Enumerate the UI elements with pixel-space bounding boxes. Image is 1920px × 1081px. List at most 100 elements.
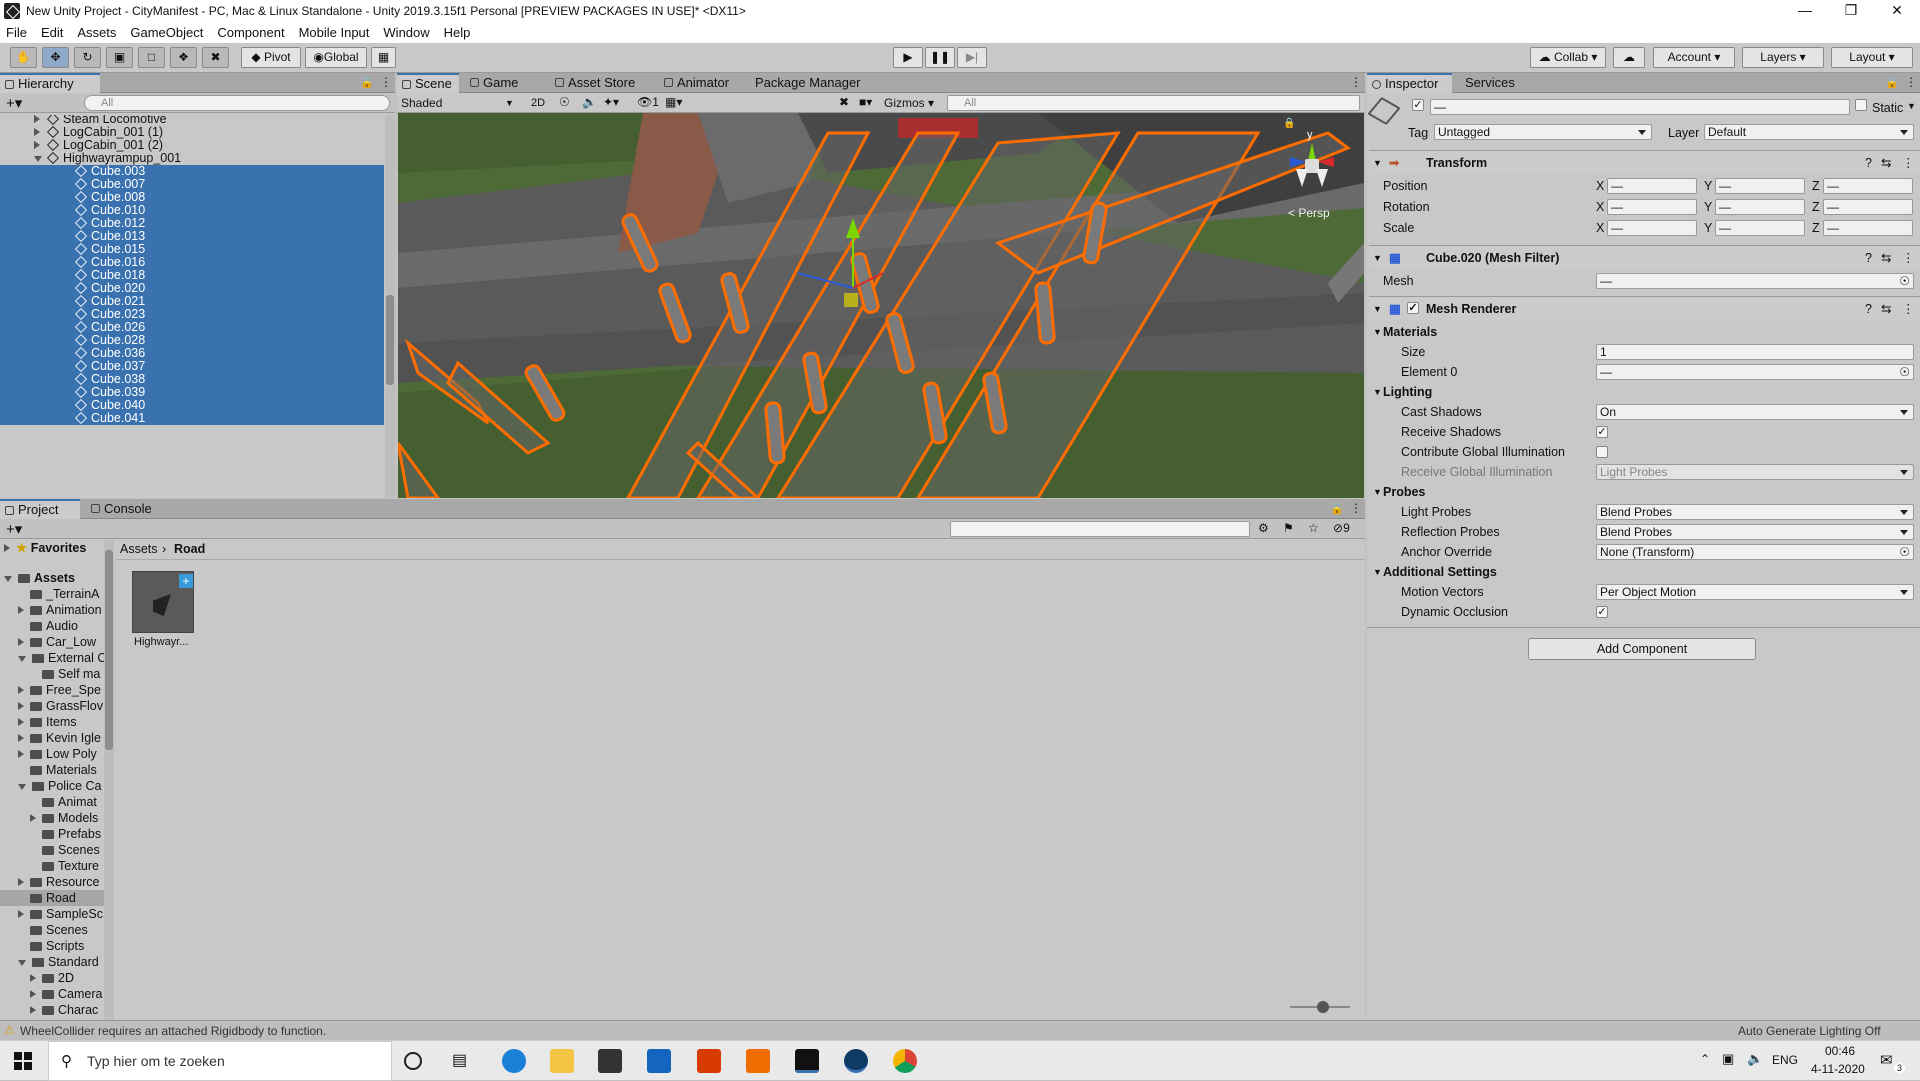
presets-icon[interactable]: ⇆ (1881, 151, 1891, 175)
project-folder-item[interactable]: Kevin Igle (0, 730, 104, 746)
project-tree-scroll-thumb[interactable] (105, 550, 113, 750)
foldout-down-icon[interactable]: ▼ (1373, 382, 1382, 402)
tab-asset-store[interactable]: Asset Store (550, 73, 643, 93)
inspector-menu-icon[interactable]: ⋮ (1905, 75, 1917, 89)
tab-game[interactable]: Game (465, 73, 526, 93)
foldout-right-icon[interactable] (34, 141, 40, 149)
menu-assets[interactable]: Assets (77, 25, 116, 40)
favorites-star-icon[interactable]: ☆ (1308, 521, 1319, 535)
project-folder-item[interactable]: Low Poly (0, 746, 104, 762)
chrome-icon[interactable] (893, 1049, 917, 1073)
tab-project[interactable]: Project (0, 499, 80, 519)
account-dropdown[interactable]: Account ▾ (1653, 47, 1735, 68)
gizmo-x-cone-icon[interactable] (1318, 157, 1334, 167)
gizmo-neg-cone2-icon[interactable] (1316, 169, 1328, 187)
project-search-input[interactable] (950, 521, 1250, 537)
transform-value-field[interactable]: — (1823, 178, 1913, 194)
transform-value-field[interactable]: — (1823, 220, 1913, 236)
mail-icon[interactable] (647, 1049, 671, 1073)
layers-dropdown[interactable]: Layers ▾ (1742, 47, 1824, 68)
project-folder-item[interactable]: Scenes (0, 842, 104, 858)
project-folder-item[interactable]: Camera (0, 986, 104, 1002)
foldout-right-icon[interactable] (18, 686, 24, 694)
scene-menu-icon[interactable]: ⋮ (1350, 75, 1362, 89)
hierarchy-item[interactable]: Cube.040 (0, 399, 384, 412)
effects-icon[interactable]: ✦▾ (603, 95, 619, 109)
hierarchy-search-input[interactable]: All (84, 95, 390, 111)
foldout-down-icon[interactable]: ▼ (1373, 562, 1382, 582)
menu-file[interactable]: File (6, 25, 27, 40)
project-folder-item[interactable]: Items (0, 714, 104, 730)
cloud-icon[interactable]: ☁ (1613, 47, 1645, 68)
hierarchy-item[interactable]: Cube.008 (0, 191, 384, 204)
scene-render[interactable] (398, 113, 1364, 498)
search-by-type-icon[interactable]: ⚙ (1258, 521, 1269, 535)
hierarchy-item[interactable]: Cube.026 (0, 321, 384, 334)
breadcrumb-assets[interactable]: Assets (120, 542, 158, 556)
receive-shadows-checkbox[interactable]: ✓ (1596, 426, 1608, 438)
shading-dropdown[interactable]: Shaded ▼ (401, 95, 516, 111)
foldout-right-icon[interactable] (4, 544, 10, 552)
foldout-right-icon[interactable] (34, 115, 40, 123)
foldout-right-icon[interactable] (18, 734, 24, 742)
close-button[interactable]: ✕ (1874, 0, 1920, 22)
gizmos-dropdown[interactable]: Gizmos ▾ (884, 95, 944, 111)
scene-lock-icon[interactable]: 🔒 (1283, 118, 1295, 130)
tag-dropdown[interactable]: Untagged (1434, 124, 1652, 140)
grid-snap-icon[interactable]: ▦ (371, 47, 396, 68)
active-checkbox[interactable]: ✓ (1412, 99, 1424, 111)
status-warning-text[interactable]: WheelCollider requires an attached Rigid… (20, 1024, 326, 1038)
clock-date[interactable]: 4-11-2020 (1811, 1062, 1865, 1076)
foldout-right-icon[interactable] (18, 606, 24, 614)
menu-gameobject[interactable]: GameObject (130, 25, 203, 40)
object-picker-icon[interactable]: ☉ (1899, 545, 1910, 559)
assets-row[interactable]: Assets (0, 570, 104, 586)
meshrenderer-enabled-checkbox[interactable]: ✓ (1407, 302, 1419, 314)
gizmo-z-cone-icon[interactable] (1290, 157, 1306, 167)
foldout-right-icon[interactable] (18, 878, 24, 886)
project-folder-item[interactable]: Animat (0, 794, 104, 810)
move-tool-icon[interactable]: ✥ (42, 47, 69, 68)
create-plus-icon[interactable]: +▾ (6, 94, 22, 112)
tab-inspector[interactable]: Inspector (1367, 73, 1452, 93)
transform-value-field[interactable]: — (1607, 178, 1697, 194)
tab-services[interactable]: Services (1457, 73, 1523, 93)
foldout-right-icon[interactable] (18, 638, 24, 646)
hierarchy-item[interactable]: Cube.039 (0, 386, 384, 399)
lighting-icon[interactable]: ☉ (559, 95, 570, 109)
object-name-field[interactable]: — (1430, 99, 1850, 115)
presets-icon[interactable]: ⇆ (1881, 297, 1891, 321)
transform-value-field[interactable]: — (1715, 220, 1805, 236)
project-folder-item[interactable]: GrassFlov (0, 698, 104, 714)
project-folder-item[interactable]: _TerrainA (0, 586, 104, 602)
hierarchy-scrollbar[interactable] (385, 115, 395, 498)
foldout-down-icon[interactable] (18, 656, 26, 662)
project-folder-item[interactable]: Texture (0, 858, 104, 874)
layer-dropdown[interactable]: Default (1704, 124, 1914, 140)
meshrenderer-header[interactable]: ▼ ▦ ✓ Mesh Renderer ? ⇆ ⋮ (1369, 296, 1920, 320)
office-icon[interactable] (697, 1049, 721, 1073)
rotate-tool-icon[interactable]: ↻ (74, 47, 101, 68)
hierarchy-item[interactable]: Cube.036 (0, 347, 384, 360)
hierarchy-item[interactable]: Cube.013 (0, 230, 384, 243)
hand-tool-icon[interactable]: ✋ (10, 47, 37, 68)
project-folder-item[interactable]: Models (0, 810, 104, 826)
hierarchy-item[interactable]: Cube.021 (0, 295, 384, 308)
transform-value-field[interactable]: — (1607, 199, 1697, 215)
mesh-field[interactable]: — ☉ (1596, 273, 1914, 289)
tab-animator[interactable]: Animator (659, 73, 737, 93)
hierarchy-item[interactable]: Cube.038 (0, 373, 384, 386)
lock-icon[interactable]: 🔒 (360, 76, 374, 89)
project-folder-item[interactable]: Free_Spe (0, 682, 104, 698)
project-folder-item[interactable]: Animation (0, 602, 104, 618)
tab-package-manager[interactable]: Package Manager (747, 73, 869, 93)
gizmo-neg-cone-icon[interactable] (1296, 169, 1308, 187)
presets-icon[interactable]: ⇆ (1881, 246, 1891, 270)
hierarchy-item[interactable]: LogCabin_001 (1) (0, 126, 384, 139)
foldout-down-icon[interactable]: ▼ (1373, 322, 1382, 342)
cast-shadows-dropdown[interactable]: On (1596, 404, 1914, 420)
foldout-down-icon[interactable] (34, 156, 42, 162)
project-folder-item[interactable]: Audio (0, 618, 104, 634)
tab-console[interactable]: Console (86, 499, 160, 519)
menu-component[interactable]: Component (217, 25, 284, 40)
